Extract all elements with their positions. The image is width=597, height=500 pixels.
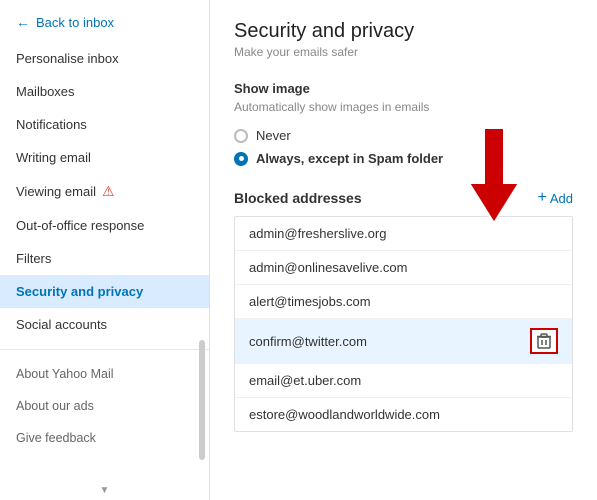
back-to-inbox-label: Back to inbox bbox=[36, 15, 114, 30]
radio-always[interactable]: Always, except in Spam folder bbox=[234, 151, 573, 166]
sidebar-label-security-privacy: Security and privacy bbox=[16, 284, 143, 299]
sidebar-item-writing-email[interactable]: Writing email bbox=[0, 141, 209, 174]
blocked-email-5: email@et.uber.com bbox=[249, 373, 361, 388]
blocked-addresses-header: Blocked addresses + Add bbox=[234, 190, 573, 206]
sidebar-label-filters: Filters bbox=[16, 251, 51, 266]
scroll-down-indicator: ▼ bbox=[0, 481, 209, 500]
sidebar-item-notifications[interactable]: Notifications bbox=[0, 108, 209, 141]
back-arrow-icon: ← bbox=[16, 14, 30, 30]
show-image-desc: Automatically show images in emails bbox=[234, 100, 573, 114]
blocked-email-1: admin@fresherslive.org bbox=[249, 226, 386, 241]
sidebar-label-mailboxes: Mailboxes bbox=[16, 84, 75, 99]
image-radio-group: Never Always, except in Spam folder bbox=[234, 128, 573, 166]
scrollbar-thumb[interactable] bbox=[199, 340, 205, 460]
sidebar-label-social-accounts: Social accounts bbox=[16, 317, 107, 332]
sidebar-item-filters[interactable]: Filters bbox=[0, 242, 209, 275]
radio-always-label: Always, except in Spam folder bbox=[256, 151, 443, 166]
blocked-item-3: alert@timesjobs.com bbox=[235, 285, 572, 319]
page-subtitle: Make your emails safer bbox=[234, 45, 573, 59]
sidebar-item-personalise-inbox[interactable]: Personalise inbox bbox=[0, 42, 209, 75]
sidebar-label-about-yahoo: About Yahoo Mail bbox=[16, 367, 114, 381]
page-title: Security and privacy bbox=[234, 20, 573, 43]
blocked-item-2: admin@onlinesavelive.com bbox=[235, 251, 572, 285]
blocked-list-wrapper: admin@fresherslive.org admin@onlinesavel… bbox=[234, 216, 573, 432]
sidebar-item-out-of-office[interactable]: Out-of-office response bbox=[0, 209, 209, 242]
radio-never-circle bbox=[234, 129, 248, 143]
blocked-item-4: confirm@twitter.com bbox=[235, 319, 572, 364]
sidebar-label-personalise-inbox: Personalise inbox bbox=[16, 51, 119, 66]
blocked-email-6: estore@woodlandworldwide.com bbox=[249, 407, 440, 422]
delete-blocked-button-4[interactable] bbox=[530, 328, 558, 354]
back-to-inbox-button[interactable]: ← Back to inbox bbox=[0, 0, 209, 42]
radio-never[interactable]: Never bbox=[234, 128, 573, 143]
warning-icon: ⚠ bbox=[102, 183, 115, 200]
sidebar-item-mailboxes[interactable]: Mailboxes bbox=[0, 75, 209, 108]
sidebar-scroll-area: Personalise inbox Mailboxes Notification… bbox=[0, 42, 209, 481]
sidebar-label-about-ads: About our ads bbox=[16, 399, 94, 413]
sidebar: ← Back to inbox Personalise inbox Mailbo… bbox=[0, 0, 210, 500]
sidebar-label-give-feedback: Give feedback bbox=[16, 431, 96, 445]
blocked-item-6: estore@woodlandworldwide.com bbox=[235, 398, 572, 431]
sidebar-divider bbox=[0, 349, 209, 350]
blocked-email-2: admin@onlinesavelive.com bbox=[249, 260, 407, 275]
sidebar-label-notifications: Notifications bbox=[16, 117, 87, 132]
blocked-addresses-title: Blocked addresses bbox=[234, 190, 362, 206]
blocked-item-1: admin@fresherslive.org bbox=[235, 217, 572, 251]
plus-icon: + bbox=[538, 190, 547, 206]
sidebar-item-give-feedback[interactable]: Give feedback bbox=[0, 422, 209, 454]
blocked-email-3: alert@timesjobs.com bbox=[249, 294, 371, 309]
sidebar-label-viewing-email: Viewing email bbox=[16, 184, 96, 199]
add-blocked-button[interactable]: + Add bbox=[538, 190, 573, 206]
main-content: Security and privacy Make your emails sa… bbox=[210, 0, 597, 500]
add-label: Add bbox=[550, 191, 573, 206]
trash-icon bbox=[537, 333, 551, 349]
sidebar-item-viewing-email[interactable]: Viewing email ⚠ bbox=[0, 174, 209, 209]
sidebar-item-security-privacy[interactable]: Security and privacy bbox=[0, 275, 209, 308]
blocked-email-4: confirm@twitter.com bbox=[249, 334, 367, 349]
sidebar-label-writing-email: Writing email bbox=[16, 150, 91, 165]
blocked-item-5: email@et.uber.com bbox=[235, 364, 572, 398]
sidebar-item-about-ads[interactable]: About our ads bbox=[0, 390, 209, 422]
sidebar-label-out-of-office: Out-of-office response bbox=[16, 218, 144, 233]
show-image-label: Show image bbox=[234, 81, 573, 96]
blocked-list: admin@fresherslive.org admin@onlinesavel… bbox=[234, 216, 573, 432]
sidebar-item-social-accounts[interactable]: Social accounts bbox=[0, 308, 209, 341]
radio-always-circle bbox=[234, 152, 248, 166]
sidebar-item-about-yahoo[interactable]: About Yahoo Mail bbox=[0, 358, 209, 390]
radio-never-label: Never bbox=[256, 128, 291, 143]
